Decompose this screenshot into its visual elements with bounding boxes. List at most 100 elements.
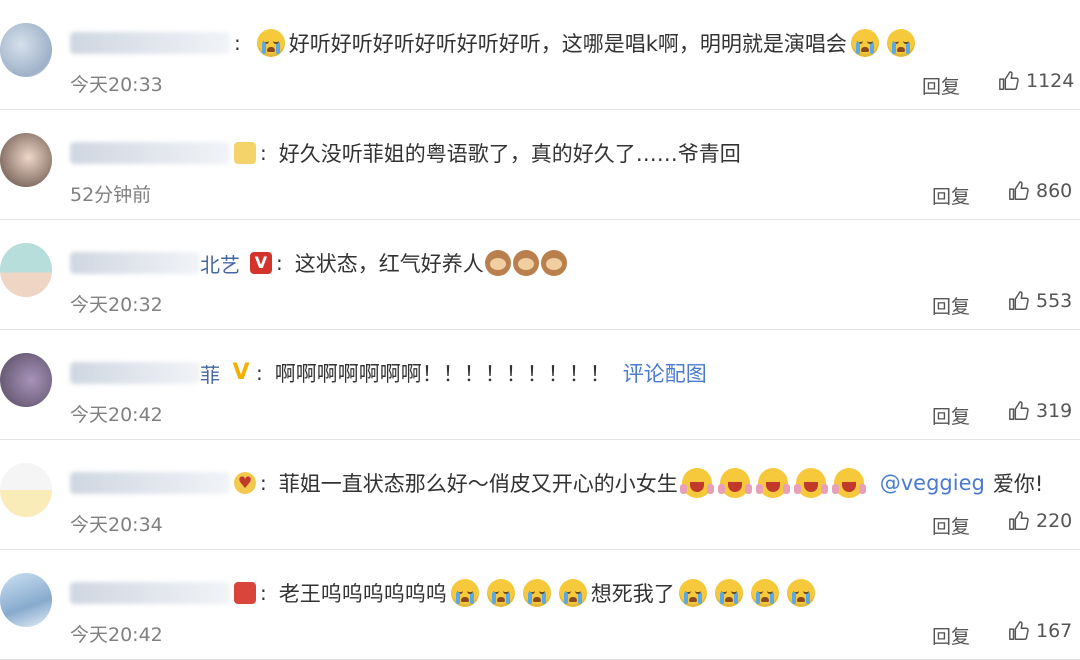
tear-left: [261, 42, 266, 54]
timestamp: 今天20:34: [70, 514, 163, 536]
hand-left: [717, 484, 725, 494]
like-button[interactable]: 220: [1008, 510, 1072, 532]
tear-left: [683, 592, 688, 604]
mouth: [896, 47, 905, 52]
tear-left: [855, 42, 860, 54]
username-visible-part[interactable]: 北艺: [200, 249, 240, 278]
timestamp: 今天20:42: [70, 624, 163, 646]
username-blurred[interactable]: [70, 32, 230, 54]
comment-line: ♥: 菲姐一直状态那么好～俏皮又开心的小女生 @veggieg 爱你!: [70, 467, 1043, 499]
thumbs-up-icon: [1009, 401, 1029, 420]
thumbs-up-icon: [1009, 181, 1029, 200]
avatar[interactable]: [0, 133, 52, 187]
tear-left: [455, 592, 460, 604]
see-no-evil-monkey-icon: [540, 250, 567, 276]
comment-image-link[interactable]: 评论配图: [623, 358, 707, 388]
like-button[interactable]: 1124: [998, 70, 1074, 92]
colon: :: [260, 141, 267, 165]
mention-link[interactable]: @veggieg: [880, 471, 985, 495]
thumbs-up-icon: [1009, 291, 1029, 310]
reply-button[interactable]: 回复: [932, 182, 970, 209]
hand-right: [706, 484, 714, 494]
reply-button[interactable]: 回复: [932, 292, 970, 319]
loudly-crying-face-icon: [786, 579, 815, 607]
avatar-blur-overlay: [0, 23, 52, 77]
mouth: [760, 597, 769, 602]
mouth: [724, 597, 733, 602]
heart-eyes-icon: ♥: [234, 472, 256, 494]
hand-right: [782, 484, 790, 494]
thumbs-up-icon: [999, 71, 1019, 90]
tear-right: [869, 42, 874, 54]
hand-left: [793, 484, 801, 494]
mouth: [796, 597, 805, 602]
avatar[interactable]: [0, 23, 52, 77]
like-count: 553: [1036, 290, 1073, 312]
avatar-blur-overlay: [0, 243, 52, 297]
comment-line: : 老王呜呜呜呜呜呜 想死我了: [70, 577, 819, 609]
comment-row: ♥: 菲姐一直状态那么好～俏皮又开心的小女生 @veggieg 爱你! 今天20:34 回…: [0, 440, 1080, 550]
avatar-blur-overlay: [0, 133, 52, 187]
timestamp: 52分钟前: [70, 184, 152, 206]
username-blurred[interactable]: [70, 472, 230, 494]
comment-text: 想死我了: [590, 582, 675, 606]
reply-button[interactable]: 回复: [922, 72, 960, 99]
thumbs-up-icon: [1009, 511, 1029, 530]
loudly-crying-face-icon: [714, 579, 743, 607]
avatar-blur-overlay: [0, 463, 52, 517]
username-blurred[interactable]: [70, 142, 230, 164]
reply-button[interactable]: 回复: [932, 622, 970, 649]
laughing-face-icon: [679, 468, 714, 498]
hand-right: [858, 484, 866, 494]
colon: :: [234, 31, 241, 55]
comment-text: 菲姐一直状态那么好～俏皮又开心的小女生: [278, 472, 678, 496]
like-count: 167: [1036, 620, 1073, 642]
comment-text: 好久没听菲姐的粤语歌了，真的好久了……爷青回: [278, 142, 741, 166]
tear-left: [719, 592, 724, 604]
avatar[interactable]: [0, 243, 52, 297]
comment-line: : 好久没听菲姐的粤语歌了，真的好久了……爷青回: [70, 137, 741, 169]
loudly-crying-face-icon: [850, 29, 879, 57]
like-button[interactable]: 167: [1008, 620, 1072, 642]
colon: :: [276, 251, 283, 275]
loudly-crying-face-icon: [750, 579, 779, 607]
tear-right: [733, 592, 738, 604]
comment-line: 菲 V: 啊啊啊啊啊啊啊！！！！！！！！！ 评论配图: [70, 357, 715, 389]
comment-text: 老王呜呜呜呜呜呜: [278, 582, 447, 606]
like-button[interactable]: 860: [1008, 180, 1072, 202]
timestamp: 今天20:42: [70, 404, 163, 426]
hand-right: [820, 484, 828, 494]
reply-button[interactable]: 回复: [932, 402, 970, 429]
like-button[interactable]: 319: [1008, 400, 1072, 422]
comment-line: : 好听好听好听好听好听好听，这哪是唱k啊，明明就是演唱会: [70, 27, 919, 59]
avatar[interactable]: [0, 353, 52, 407]
avatar[interactable]: [0, 573, 52, 627]
mouth: [532, 597, 541, 602]
tear-left: [527, 592, 532, 604]
tear-right: [275, 42, 280, 54]
comment-row: : 好久没听菲姐的粤语歌了，真的好久了……爷青回 52分钟前 回复 860: [0, 110, 1080, 220]
colon: :: [260, 471, 267, 495]
comment-text: 这状态，红气好养人: [294, 252, 484, 276]
like-count: 319: [1036, 400, 1073, 422]
comment-row: : 好听好听好听好听好听好听，这哪是唱k啊，明明就是演唱会 今天20:33 回复 112…: [0, 0, 1080, 110]
like-count: 220: [1036, 510, 1073, 532]
hand-left: [679, 484, 687, 494]
see-no-evil-monkey-icon: [512, 250, 539, 276]
username-blurred[interactable]: [70, 252, 200, 274]
loudly-crying-face-icon: [486, 579, 515, 607]
comment-row: 北艺 V: 这状态，红气好养人 今天20:32 回复 553: [0, 220, 1080, 330]
tear-left: [791, 592, 796, 604]
username-blurred[interactable]: [70, 582, 230, 604]
mouth: [496, 597, 505, 602]
hand-left: [755, 484, 763, 494]
comment-row: 菲 V: 啊啊啊啊啊啊啊！！！！！！！！！ 评论配图 今天20:42 回复 319: [0, 330, 1080, 440]
comment-row: : 老王呜呜呜呜呜呜 想死我了 今天20:42 回复 167: [0, 550, 1080, 660]
reply-button[interactable]: 回复: [932, 512, 970, 539]
username-visible-part[interactable]: 菲: [200, 359, 220, 388]
like-button[interactable]: 553: [1008, 290, 1072, 312]
comment-text: 啊啊啊啊啊啊啊！！！！！！！！！: [274, 362, 611, 386]
loudly-crying-face-icon: [450, 579, 479, 607]
avatar[interactable]: [0, 463, 52, 517]
username-blurred[interactable]: [70, 362, 200, 384]
